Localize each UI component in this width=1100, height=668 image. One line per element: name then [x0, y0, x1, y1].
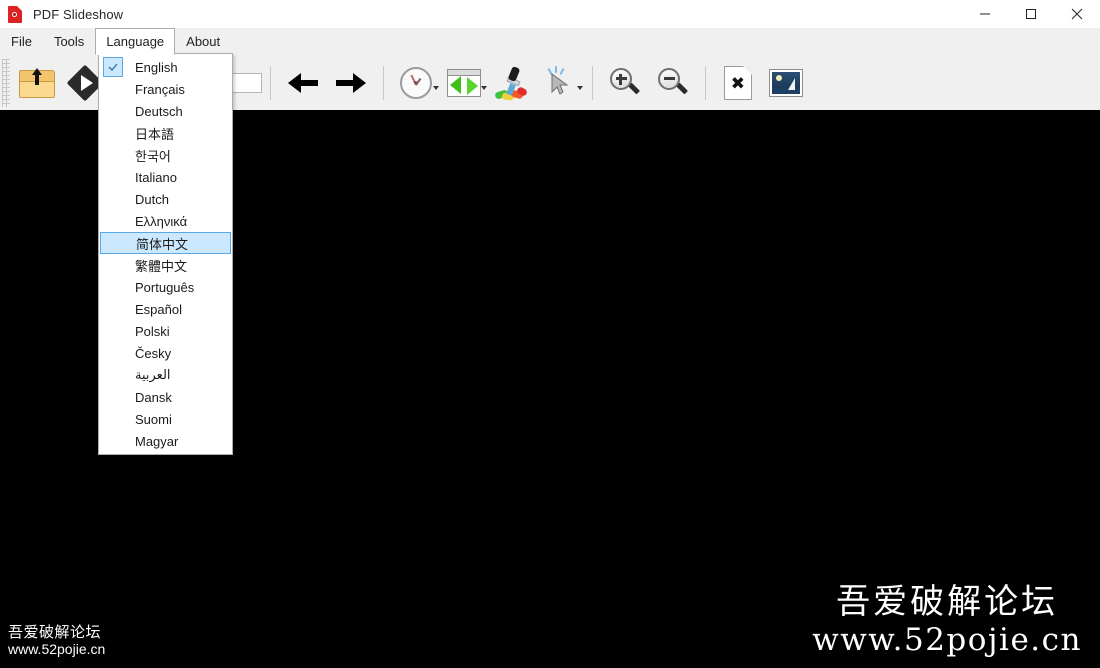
window-controls: [962, 0, 1100, 28]
toolbar-separator: [704, 65, 706, 100]
toolbar-separator: [269, 65, 271, 100]
language-menu-item[interactable]: Español: [99, 298, 232, 320]
language-menu-item-label: Česky: [135, 345, 172, 361]
language-menu-item-label: Português: [135, 279, 195, 295]
open-file-button[interactable]: [13, 59, 61, 107]
watermark-primary-cn: 吾爱破解论坛: [836, 582, 1059, 623]
magnifier-plus-icon: [609, 67, 641, 99]
language-menu-item-label: Français: [135, 81, 185, 97]
next-page-button[interactable]: [327, 59, 375, 107]
annotate-button[interactable]: [488, 59, 536, 107]
toolbar-separator: [382, 65, 384, 100]
clock-icon: [399, 66, 432, 99]
cursor-arrow-icon: [545, 65, 575, 98]
menu-tools[interactable]: Tools: [43, 28, 95, 55]
photo-image-icon: [768, 68, 803, 97]
arrow-left-icon: [287, 72, 318, 93]
language-menu-item-label: Dansk: [135, 389, 172, 405]
watermark-secondary: 吾爱破解论坛 www.52pojie.cn: [8, 623, 105, 658]
timer-button[interactable]: [392, 59, 440, 107]
language-menu-item[interactable]: Suomi: [99, 408, 232, 430]
language-menu-item-label: Deutsch: [135, 103, 183, 119]
language-menu-item-label: Polski: [135, 323, 170, 339]
play-diamond-icon: [66, 64, 104, 101]
language-menu-item[interactable]: English: [99, 56, 232, 78]
language-menu-item-label: English: [135, 59, 178, 75]
pdf-document-icon: [8, 5, 24, 23]
language-menu-item-label: 繁體中文: [135, 259, 188, 275]
previous-page-button[interactable]: [279, 59, 327, 107]
minimize-button[interactable]: [962, 0, 1008, 28]
language-menu-item-label: 简体中文: [136, 237, 189, 253]
language-menu-item-label: Español: [135, 301, 182, 317]
language-menu-item[interactable]: العربية: [99, 364, 232, 386]
fullscreen-green-arrows-icon: [446, 68, 481, 97]
language-menu-item-label: Italiano: [135, 169, 177, 185]
language-dropdown-menu[interactable]: English Français Deutsch 日本語 한국어 Italiano Dutc…: [98, 53, 233, 455]
zoom-out-button[interactable]: [649, 59, 697, 107]
toolbar-grip[interactable]: [2, 58, 10, 107]
application-window: PDF Slideshow File Tools Language About: [0, 0, 1100, 668]
menu-file[interactable]: File: [0, 28, 43, 55]
language-menu-item[interactable]: Português: [99, 276, 232, 298]
close-button[interactable]: [1054, 0, 1100, 28]
language-menu-item-label: Dutch: [135, 191, 169, 207]
language-menu-item[interactable]: Deutsch: [99, 100, 232, 122]
language-menu-item-label: Magyar: [135, 433, 179, 449]
language-menu-item[interactable]: Ελληνικά: [99, 210, 232, 232]
language-menu-item[interactable]: 繁體中文: [99, 254, 232, 276]
watermark-secondary-url: www.52pojie.cn: [8, 641, 106, 658]
watermark-primary-url: www.52pojie.cn: [812, 622, 1082, 659]
toolbar-separator: [591, 65, 593, 100]
arrow-right-icon: [335, 72, 366, 93]
language-menu-item[interactable]: 简体中文: [100, 232, 231, 254]
title-bar: PDF Slideshow: [0, 0, 1100, 28]
zoom-in-button[interactable]: [601, 59, 649, 107]
language-menu-item-label: 日本語: [135, 127, 175, 143]
menu-bar: File Tools Language About: [0, 28, 1100, 55]
language-menu-item-label: Ελληνικά: [135, 213, 188, 229]
language-menu-item[interactable]: Magyar: [99, 430, 232, 452]
language-menu-item[interactable]: Dansk: [99, 386, 232, 408]
fullscreen-button[interactable]: [440, 59, 488, 107]
language-menu-item[interactable]: 한국어: [99, 144, 232, 166]
chevron-down-icon[interactable]: [432, 85, 439, 90]
magnifier-minus-icon: [657, 67, 689, 99]
chevron-down-icon[interactable]: [480, 85, 487, 90]
export-image-button[interactable]: [762, 59, 810, 107]
open-folder-icon: [19, 67, 55, 98]
document-delete-icon: ✖: [723, 65, 752, 100]
language-menu-item-label: العربية: [135, 367, 171, 382]
language-menu-item[interactable]: Français: [99, 78, 232, 100]
language-menu-item[interactable]: Česky: [99, 342, 232, 364]
watermark-primary: 吾爱破解论坛 www.52pojie.cn: [812, 583, 1082, 658]
language-menu-item-label: Suomi: [135, 411, 172, 427]
select-tool-button[interactable]: [536, 59, 584, 107]
close-document-button[interactable]: ✖: [714, 59, 762, 107]
language-menu-item[interactable]: Dutch: [99, 188, 232, 210]
chevron-down-icon[interactable]: [576, 85, 583, 90]
language-menu-item-label: 한국어: [135, 149, 171, 165]
menu-language[interactable]: Language: [95, 28, 176, 55]
check-icon: [103, 57, 123, 77]
maximize-button[interactable]: [1008, 0, 1054, 28]
language-menu-item[interactable]: Polski: [99, 320, 232, 342]
menu-about[interactable]: About: [175, 28, 231, 55]
watermark-secondary-cn: 吾爱破解论坛: [8, 623, 102, 642]
language-menu-item[interactable]: 日本語: [99, 122, 232, 144]
language-menu-item[interactable]: Italiano: [99, 166, 232, 188]
highlighter-pen-icon: [494, 65, 530, 101]
window-title: PDF Slideshow: [33, 6, 124, 22]
